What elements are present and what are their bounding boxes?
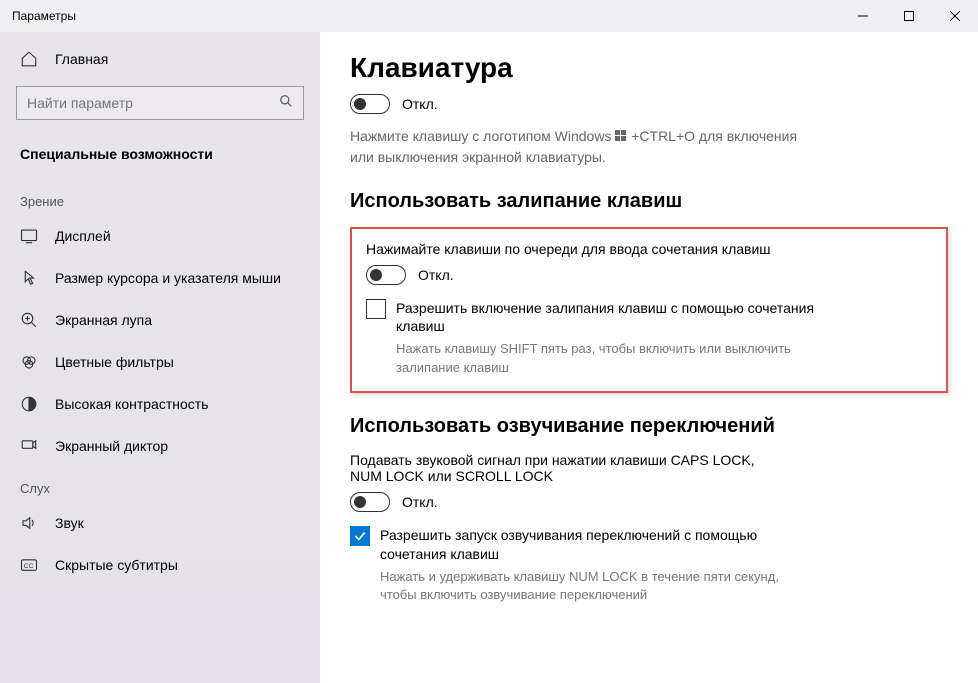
category-title: Специальные возможности: [0, 136, 320, 180]
sidebar-item-display[interactable]: Дисплей: [0, 215, 320, 257]
sidebar-item-label: Звук: [55, 515, 84, 531]
search-box[interactable]: [16, 86, 304, 120]
cursor-icon: [20, 269, 40, 287]
sticky-keys-highlight-box: Нажимайте клавиши по очереди для ввода с…: [350, 227, 948, 393]
sidebar-item-cursor[interactable]: Размер курсора и указателя мыши: [0, 257, 320, 299]
togglekeys-toggle-row: Откл.: [350, 492, 948, 512]
sticky-desc: Нажимайте клавиши по очереди для ввода с…: [366, 241, 806, 257]
windows-logo-icon: [615, 127, 627, 147]
sticky-shortcut-desc: Нажать клавишу SHIFT пять раз, чтобы вкл…: [396, 340, 816, 376]
search-icon: [279, 94, 293, 113]
onscreen-kbd-toggle[interactable]: [350, 94, 390, 114]
sticky-shortcut-label: Разрешить включение залипания клавиш с п…: [396, 299, 816, 337]
sidebar-item-colorfilter[interactable]: Цветные фильтры: [0, 341, 320, 383]
onscreen-kbd-toggle-row: Откл.: [350, 94, 948, 114]
sidebar-item-label: Дисплей: [55, 228, 111, 244]
sidebar-item-label: Экранная лупа: [55, 312, 152, 328]
togglekeys-shortcut-row: Разрешить запуск озвучивания переключени…: [350, 526, 948, 604]
home-label: Главная: [55, 51, 108, 67]
sticky-shortcut-checkbox[interactable]: [366, 299, 386, 319]
audio-icon: [20, 514, 40, 532]
magnifier-icon: [20, 311, 40, 329]
sidebar-item-audio[interactable]: Звук: [0, 502, 320, 544]
sidebar-item-label: Высокая контрастность: [55, 396, 208, 412]
colorfilter-icon: [20, 353, 40, 371]
search-input[interactable]: [27, 95, 279, 111]
cc-icon: CC: [20, 556, 40, 574]
svg-text:CC: CC: [24, 563, 34, 570]
group-label-hearing: Слух: [0, 467, 320, 502]
narrator-icon: [20, 437, 40, 455]
togglekeys-shortcut-desc: Нажать и удерживать клавишу NUM LOCK в т…: [380, 568, 800, 604]
section-sticky-keys: Использовать залипание клавиш: [350, 190, 948, 213]
sticky-toggle-row: Откл.: [366, 265, 932, 285]
toggle-state-label: Откл.: [402, 494, 438, 510]
window-controls: [840, 0, 978, 32]
sidebar-item-narrator[interactable]: Экранный диктор: [0, 425, 320, 467]
onscreen-kbd-desc: Нажмите клавишу с логотипом Windows +CTR…: [350, 126, 810, 168]
sidebar-item-label: Экранный диктор: [55, 438, 168, 454]
group-label-vision: Зрение: [0, 180, 320, 215]
page-title: Клавиатура: [350, 52, 948, 84]
maximize-button[interactable]: [886, 0, 932, 32]
sidebar-item-contrast[interactable]: Высокая контрастность: [0, 383, 320, 425]
minimize-button[interactable]: [840, 0, 886, 32]
togglekeys-desc: Подавать звуковой сигнал при нажатии кла…: [350, 452, 790, 484]
window-title: Параметры: [12, 9, 840, 23]
sticky-keys-toggle[interactable]: [366, 265, 406, 285]
home-icon: [20, 50, 40, 68]
home-link[interactable]: Главная: [0, 40, 320, 78]
titlebar: Параметры: [0, 0, 978, 32]
content-area: Клавиатура Откл. Нажмите клавишу с логот…: [320, 32, 978, 683]
close-button[interactable]: [932, 0, 978, 32]
togglekeys-shortcut-checkbox[interactable]: [350, 526, 370, 546]
sidebar-item-cc[interactable]: CC Скрытые субтитры: [0, 544, 320, 586]
contrast-icon: [20, 395, 40, 413]
sticky-shortcut-row: Разрешить включение залипания клавиш с п…: [366, 299, 932, 377]
display-icon: [20, 227, 40, 245]
section-toggle-keys: Использовать озвучивание переключений: [350, 415, 948, 438]
sidebar: Главная Специальные возможности Зрение Д…: [0, 32, 320, 683]
togglekeys-shortcut-label: Разрешить запуск озвучивания переключени…: [380, 526, 800, 564]
sidebar-item-magnifier[interactable]: Экранная лупа: [0, 299, 320, 341]
toggle-state-label: Откл.: [418, 267, 454, 283]
toggle-state-label: Откл.: [402, 96, 438, 112]
toggle-keys-toggle[interactable]: [350, 492, 390, 512]
sidebar-item-label: Скрытые субтитры: [55, 557, 178, 573]
sidebar-item-label: Цветные фильтры: [55, 354, 174, 370]
sidebar-item-label: Размер курсора и указателя мыши: [55, 270, 281, 286]
